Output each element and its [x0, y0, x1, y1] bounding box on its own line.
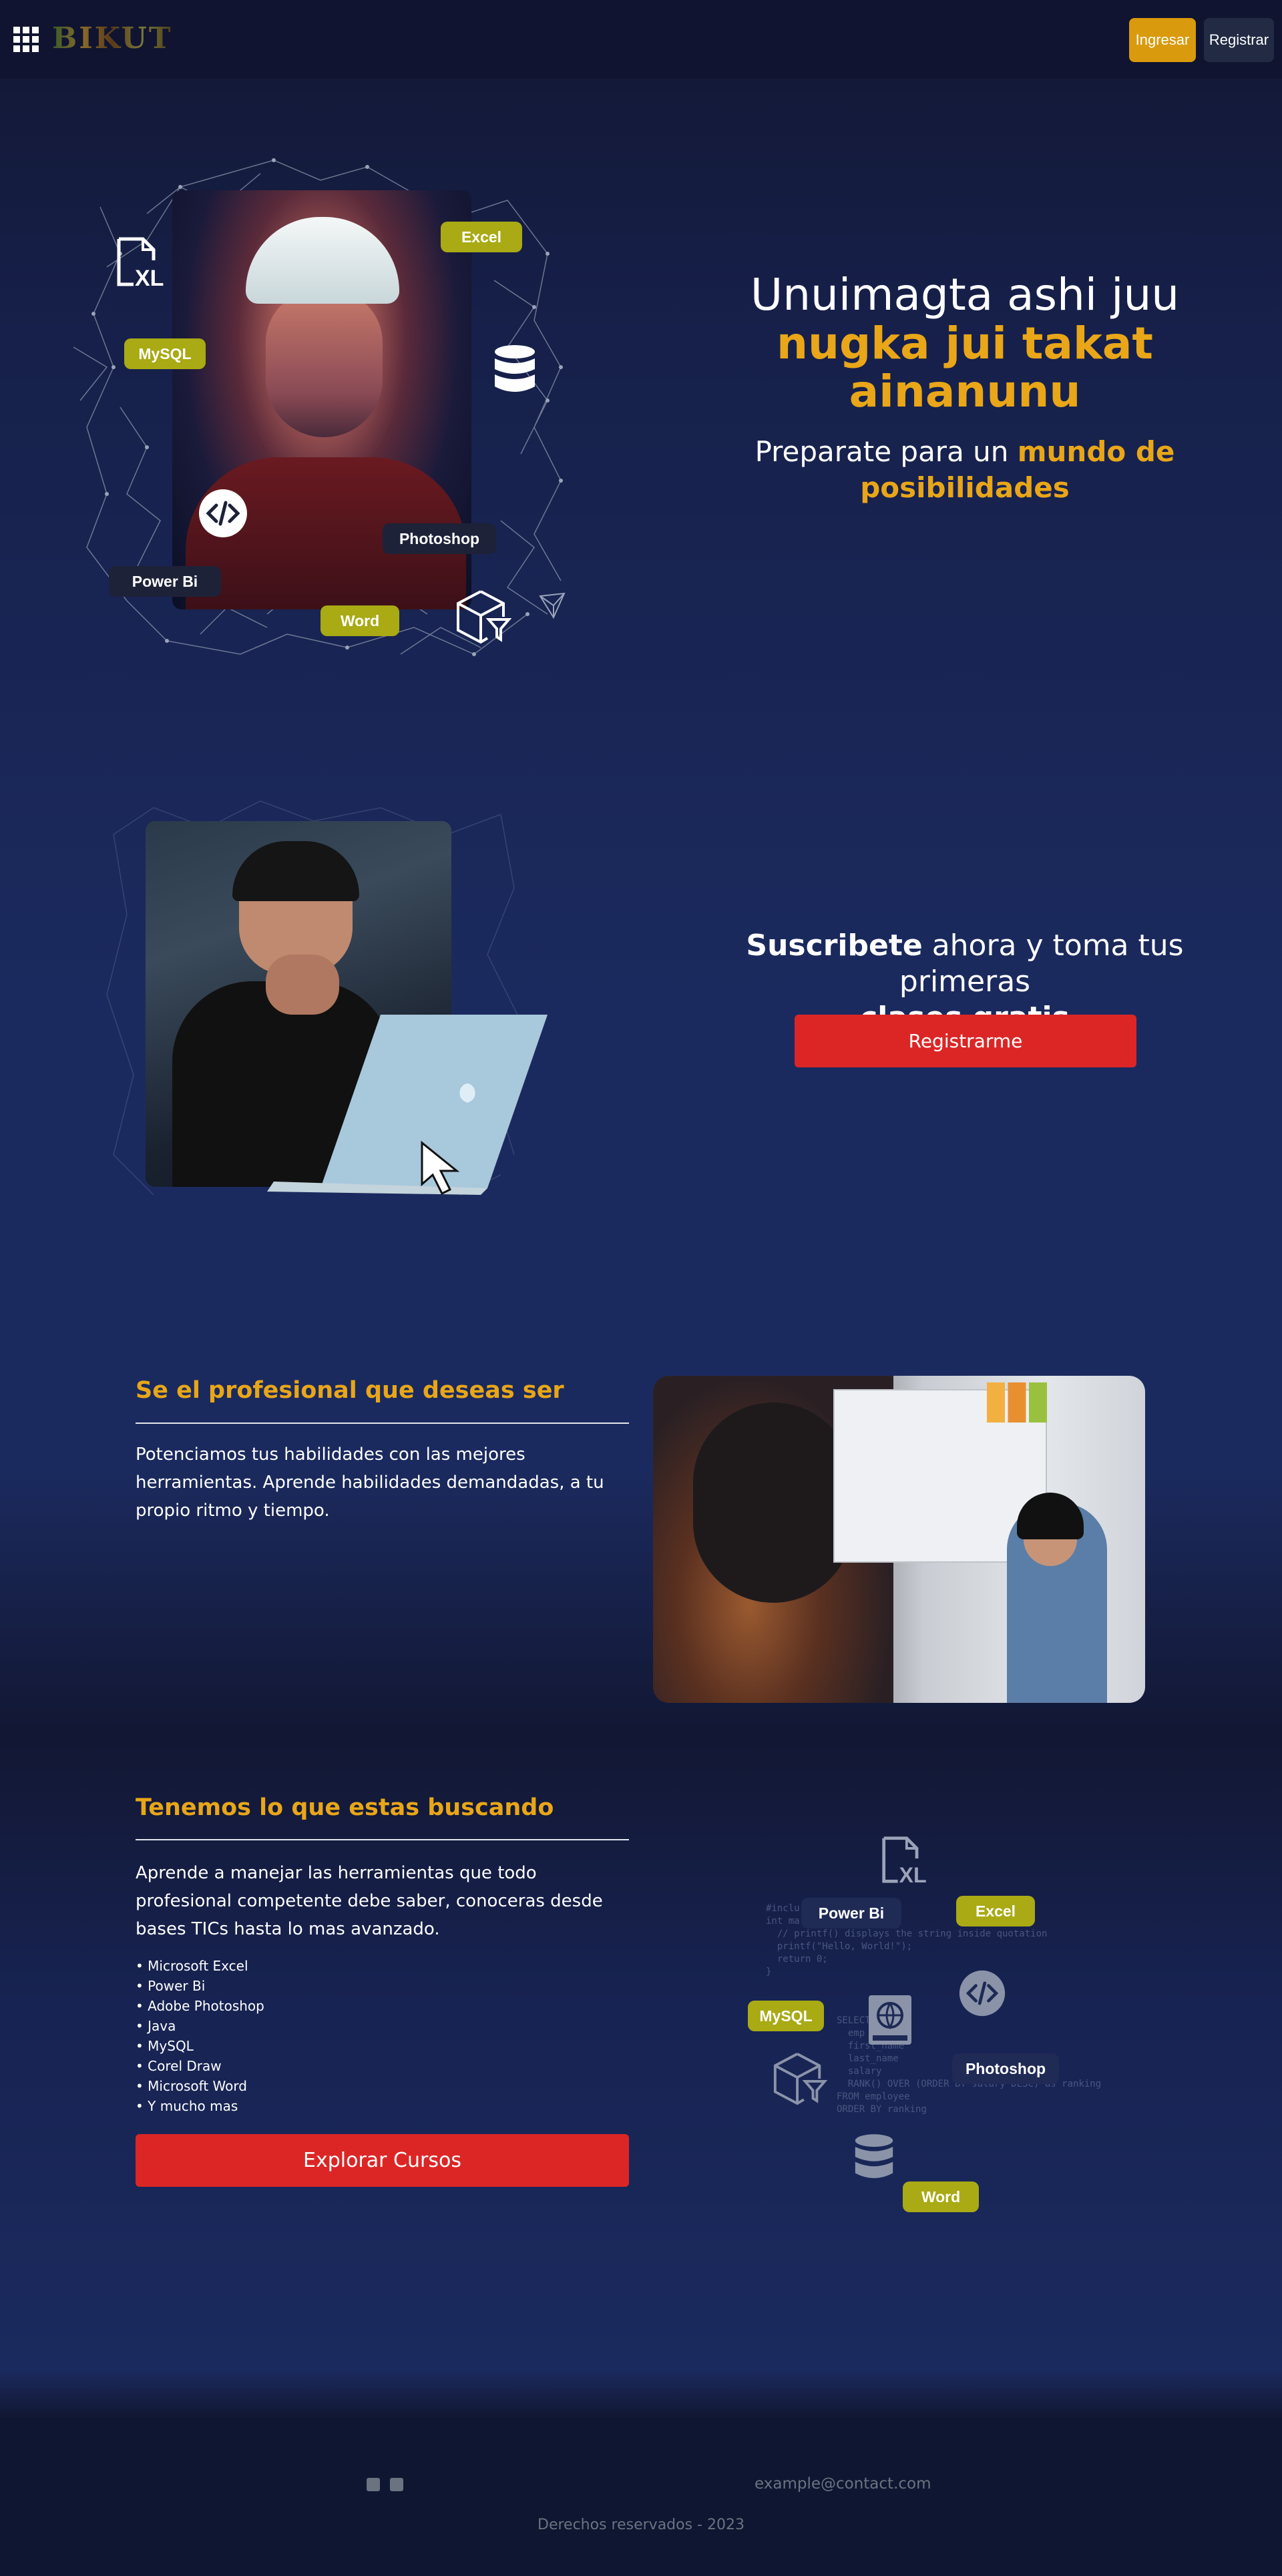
- tag-photoshop: Photoshop: [383, 523, 496, 554]
- hero-title-line1: Unuimagta ashi juu: [750, 269, 1180, 320]
- tag-powerbi: Power Bi: [801, 1898, 901, 1928]
- list-item: • Microsoft Word: [136, 2078, 247, 2094]
- tag-powerbi: Power Bi: [109, 566, 221, 597]
- classroom-image: [653, 1376, 1145, 1703]
- register-now-button[interactable]: Registrarme: [795, 1015, 1136, 1067]
- box-filter-icon: [457, 590, 511, 644]
- database-icon: [495, 345, 535, 392]
- svg-text:XL: XL: [135, 266, 164, 290]
- grid-menu-icon[interactable]: [13, 27, 39, 52]
- laptop-silver: [267, 1015, 548, 1195]
- hero-subtitle: Preparate para un mundo de posibilidades: [708, 434, 1222, 506]
- logo[interactable]: BIKUT: [52, 21, 173, 55]
- tag-excel: Excel: [441, 222, 522, 252]
- hero-title-line3: ainanunu: [849, 366, 1081, 417]
- subscribe-plain: ahora y toma tus primeras: [899, 929, 1184, 999]
- footer-email[interactable]: example@contact.com: [755, 2475, 931, 2493]
- tag-excel: Excel: [956, 1896, 1035, 1926]
- list-item: • Power Bi: [136, 1978, 206, 1994]
- register-button[interactable]: Registrar: [1204, 18, 1274, 62]
- svg-text:XL: XL: [899, 1863, 926, 1886]
- cursos-list: • Microsoft Excel • Power Bi • Adobe Pho…: [136, 1956, 264, 2116]
- hero-subtitle-plain: Preparate para un: [755, 435, 1018, 468]
- navbar: BIKUT Ingresar Registrar: [0, 0, 1282, 79]
- excel-file-icon: XL: [117, 237, 164, 290]
- explore-courses-button[interactable]: Explorar Cursos: [136, 2134, 629, 2187]
- hero-title: Unuimagta ashi juu nugka jui takat ainan…: [681, 270, 1249, 416]
- book-globe-icon: [869, 1995, 911, 2045]
- cursor-icon: [421, 1140, 460, 1196]
- box-filter-icon: [773, 2053, 827, 2105]
- profesional-divider: [136, 1423, 629, 1424]
- database-icon: [855, 2134, 893, 2179]
- list-item: • MySQL: [136, 2038, 194, 2054]
- facebook-icon[interactable]: [367, 2478, 380, 2491]
- tag-mysql: MySQL: [124, 338, 206, 369]
- cursos-body: Aprende a manejar las herramientas que t…: [136, 1863, 603, 1939]
- profesional-body: Potenciamos tus habilidades con las mejo…: [136, 1445, 604, 1521]
- footer: [0, 2417, 1282, 2576]
- hero-title-line2: nugka jui takat: [777, 318, 1153, 369]
- twitter-icon[interactable]: [390, 2478, 403, 2491]
- list-item: • Microsoft Excel: [136, 1958, 248, 1974]
- tag-word: Word: [903, 2181, 979, 2212]
- tag-photoshop: Photoshop: [952, 2053, 1059, 2084]
- list-item: • Corel Draw: [136, 2058, 222, 2074]
- subscribe-bold-1: Suscribete: [746, 929, 923, 963]
- code-icon: [199, 489, 247, 537]
- cursos-title: Tenemos lo que estas buscando: [136, 1794, 554, 1821]
- tag-mysql: MySQL: [748, 2001, 824, 2031]
- footer-copyright: Derechos reservados - 2023: [538, 2517, 744, 2533]
- list-item: • Java: [136, 2018, 176, 2034]
- list-item: • Y mucho mas: [136, 2098, 238, 2114]
- code-icon: [959, 1970, 1006, 2017]
- list-item: • Adobe Photoshop: [136, 1998, 264, 2014]
- excel-file-icon: XL: [882, 1836, 927, 1886]
- login-button[interactable]: Ingresar: [1129, 18, 1196, 62]
- triangle-decor-icon: [539, 592, 566, 619]
- tag-word: Word: [320, 605, 399, 636]
- profesional-title: Se el profesional que deseas ser: [136, 1377, 564, 1404]
- cursos-divider: [136, 1839, 629, 1840]
